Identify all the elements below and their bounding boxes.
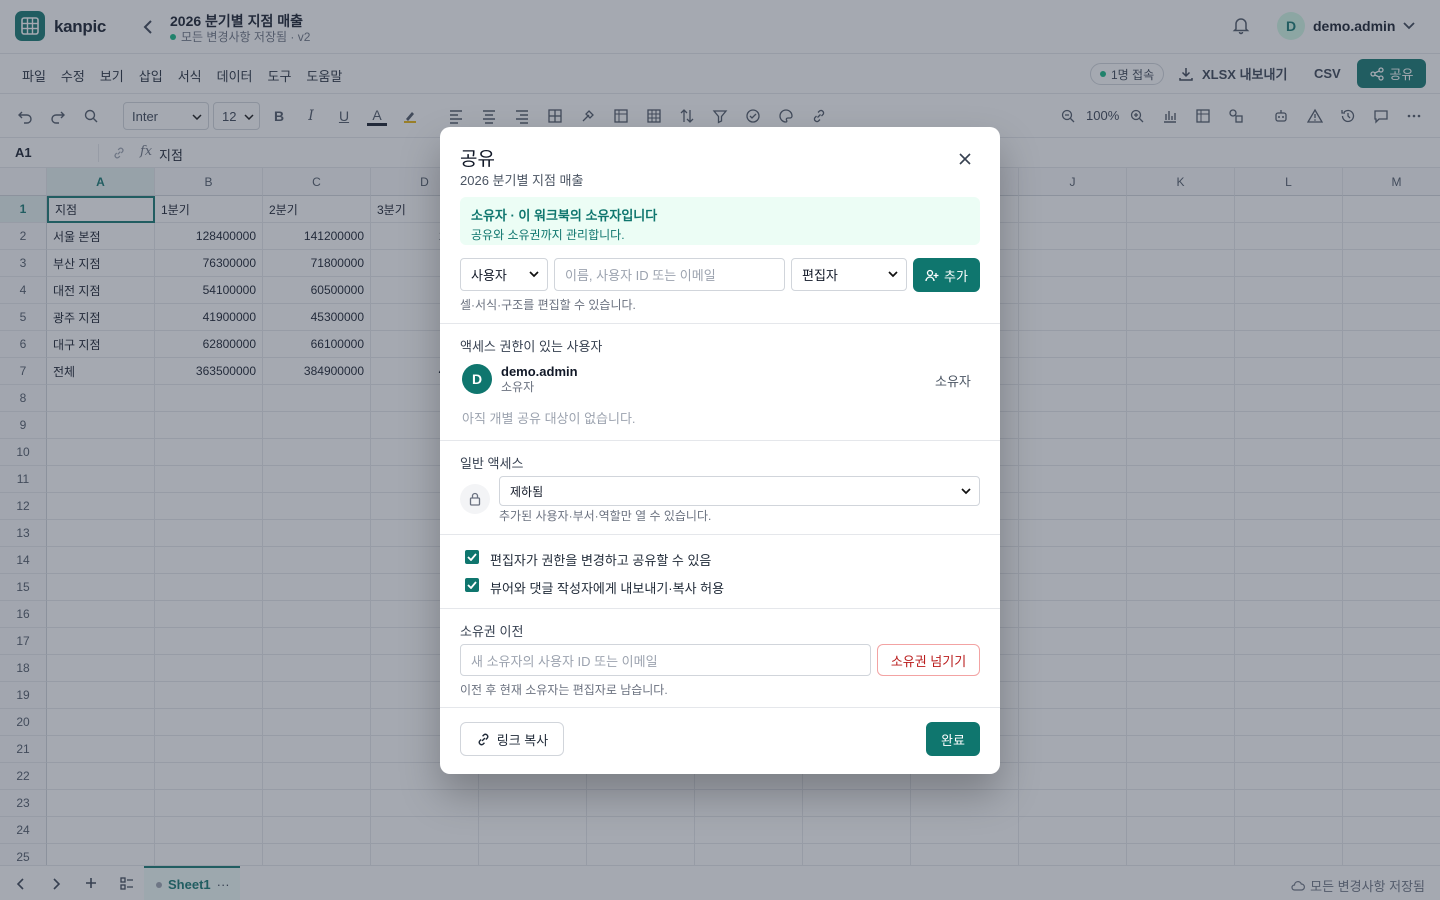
- editors-can-share-checkbox[interactable]: [465, 550, 479, 564]
- allow-export-checkbox[interactable]: [465, 578, 479, 592]
- link-icon: [478, 733, 489, 745]
- chevron-down-icon: [888, 271, 898, 278]
- general-access-heading: 일반 액세스: [460, 456, 524, 471]
- divider: [440, 534, 1000, 535]
- member-name: demo.admin: [501, 364, 578, 379]
- dialog-subtitle: 2026 분기별 지점 매출: [460, 173, 584, 188]
- transfer-ownership-button[interactable]: 소유권 넘기기: [877, 644, 980, 676]
- owner-info-banner: 소유자 · 이 워크북의 소유자입니다 공유와 소유권까지 관리합니다.: [460, 197, 980, 245]
- chevron-down-icon: [961, 488, 971, 495]
- invite-placeholder: 이름, 사용자 ID 또는 이메일: [565, 268, 716, 283]
- access-heading: 액세스 권한이 있는 사용자: [460, 339, 603, 354]
- add-person-icon: [925, 269, 939, 281]
- checkmark-icon: [467, 553, 477, 561]
- general-access-hint: 추가된 사용자·부서·역할만 열 수 있습니다.: [499, 509, 712, 523]
- principal-type-select[interactable]: 사용자: [460, 258, 548, 291]
- transfer-heading: 소유권 이전: [460, 624, 524, 639]
- member-role-sub: 소유자: [501, 380, 535, 394]
- copy-link-button[interactable]: 링크 복사: [460, 722, 564, 756]
- transfer-owner-placeholder: 새 소유자의 사용자 ID 또는 이메일: [471, 653, 658, 669]
- general-access-value: 제하됨: [510, 484, 544, 499]
- principal-type-value: 사용자: [471, 268, 507, 283]
- member-role: 소유자: [935, 374, 971, 389]
- role-value: 편집자: [802, 268, 838, 283]
- copy-link-label: 링크 복사: [496, 732, 549, 748]
- invite-input[interactable]: 이름, 사용자 ID 또는 이메일: [554, 258, 785, 291]
- divider: [440, 440, 1000, 441]
- add-user-label: 추가: [944, 268, 968, 284]
- transfer-hint: 이전 후 현재 소유자는 편집자로 남습니다.: [460, 683, 668, 697]
- owner-info-desc: 공유와 소유권까지 관리합니다.: [471, 228, 625, 242]
- general-access-select[interactable]: 제하됨: [499, 476, 980, 506]
- divider: [440, 323, 1000, 324]
- lock-icon: [460, 484, 490, 514]
- divider: [440, 707, 1000, 708]
- role-select[interactable]: 편집자: [791, 258, 907, 291]
- dialog-title: 공유: [460, 149, 495, 170]
- done-button[interactable]: 완료: [926, 722, 980, 756]
- chevron-down-icon: [529, 271, 539, 278]
- owner-info-title: 소유자 · 이 워크북의 소유자입니다: [471, 208, 658, 223]
- transfer-owner-input[interactable]: 새 소유자의 사용자 ID 또는 이메일: [460, 644, 871, 676]
- checkmark-icon: [467, 581, 477, 589]
- share-dialog: 공유 2026 분기별 지점 매출 소유자 · 이 워크북의 소유자입니다 공유…: [440, 127, 1000, 774]
- role-hint: 셀·서식·구조를 편집할 수 있습니다.: [460, 298, 636, 312]
- member-avatar: D: [462, 364, 492, 394]
- add-user-button[interactable]: 추가: [913, 258, 980, 292]
- close-icon[interactable]: [957, 151, 973, 167]
- divider: [440, 608, 1000, 609]
- empty-share-text: 아직 개별 공유 대상이 없습니다.: [462, 411, 636, 426]
- editors-can-share-label[interactable]: 편집자가 권한을 변경하고 공유할 수 있음: [490, 550, 711, 569]
- allow-export-label[interactable]: 뷰어와 댓글 작성자에게 내보내기·복사 허용: [490, 578, 724, 597]
